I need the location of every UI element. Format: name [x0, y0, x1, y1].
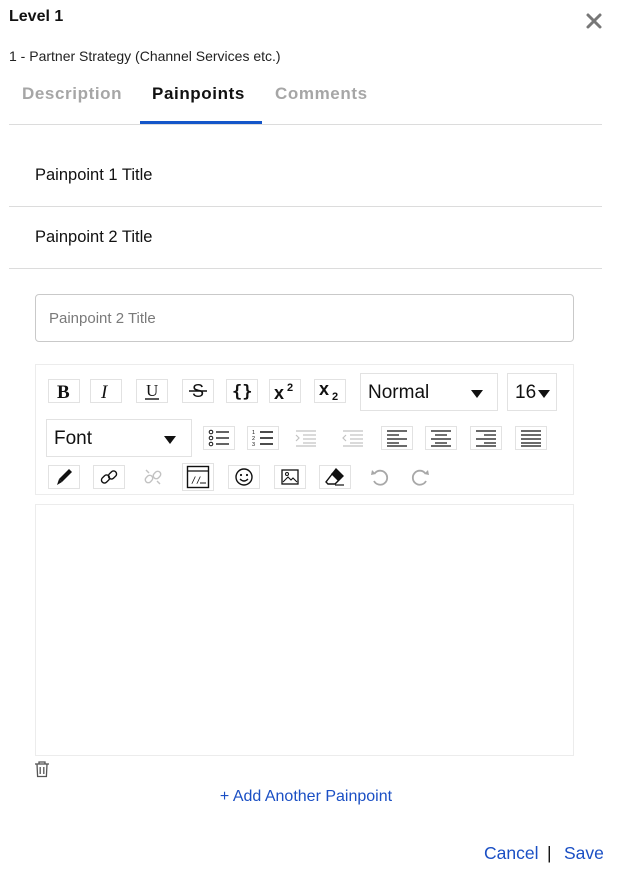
painpoint-title: Painpoint 2 Title: [35, 228, 153, 246]
superscript-icon: x2: [274, 382, 293, 401]
strikethrough-button[interactable]: S: [182, 379, 214, 403]
link-icon: [100, 470, 118, 484]
close-icon: [586, 13, 602, 29]
bold-button[interactable]: B: [48, 379, 80, 403]
dialog-title: Level 1: [9, 8, 64, 25]
bold-icon: B: [57, 382, 70, 401]
underline-button[interactable]: U: [136, 379, 168, 403]
svg-text:B: B: [57, 382, 70, 401]
close-button[interactable]: [584, 10, 604, 32]
image-icon: [281, 469, 299, 485]
numbered-list-icon: 123: [252, 430, 273, 447]
font-size-select[interactable]: 16: [507, 373, 557, 411]
indent-button[interactable]: [290, 426, 322, 450]
align-right-icon: [476, 430, 496, 447]
underline-icon: U: [145, 381, 159, 400]
svg-text:/: /: [196, 476, 201, 486]
insert-image-button[interactable]: [274, 465, 306, 489]
superscript-button[interactable]: x2: [269, 379, 301, 403]
cancel-button[interactable]: Cancel: [484, 843, 538, 864]
align-center-button[interactable]: [425, 426, 457, 450]
outdent-icon: [342, 430, 363, 447]
align-center-icon: [431, 430, 451, 447]
outdent-button[interactable]: [337, 426, 369, 450]
strikethrough-icon: S: [189, 381, 207, 401]
insert-link-button[interactable]: [93, 465, 125, 489]
svg-text:{}: {}: [232, 382, 252, 401]
redo-icon: [411, 469, 429, 486]
redo-button[interactable]: [405, 465, 437, 489]
align-right-button[interactable]: [470, 426, 502, 450]
painpoint-title-input[interactable]: [35, 294, 574, 342]
add-another-painpoint-link[interactable]: + Add Another Painpoint: [0, 788, 612, 806]
justify-icon: [521, 430, 541, 447]
indent-icon: [295, 430, 316, 447]
emoji-icon: [235, 468, 253, 486]
paragraph-style-value: Normal: [368, 382, 430, 403]
painpoint-row-1[interactable]: Painpoint 1 Title: [9, 144, 602, 207]
justify-button[interactable]: [515, 426, 547, 450]
tab-bar: Description Painpoints Comments: [9, 76, 602, 125]
text-color-button[interactable]: [48, 465, 80, 489]
painpoint-title: Painpoint 1 Title: [35, 166, 153, 184]
italic-button[interactable]: I: [90, 379, 122, 403]
tab-comments[interactable]: Comments: [275, 84, 368, 104]
active-tab-indicator: [140, 121, 262, 124]
italic-icon: I: [100, 382, 109, 401]
font-family-value: Font: [54, 428, 93, 449]
undo-button[interactable]: [363, 465, 395, 489]
paragraph-style-select[interactable]: Normal: [360, 373, 498, 411]
svg-text:2: 2: [332, 391, 338, 402]
text-color-icon: [57, 469, 72, 485]
code-block-button[interactable]: {}: [226, 379, 258, 403]
tab-painpoints[interactable]: Painpoints: [152, 84, 245, 104]
bulleted-list-button[interactable]: [203, 426, 235, 450]
embed-code-icon: / /: [186, 465, 210, 489]
subscript-button[interactable]: x2: [314, 379, 346, 403]
undo-icon: [371, 469, 389, 486]
svg-text:3: 3: [252, 442, 255, 447]
numbered-list-button[interactable]: 123: [247, 426, 279, 450]
delete-painpoint-button[interactable]: [34, 760, 50, 778]
clear-format-button[interactable]: [319, 465, 351, 489]
unlink-button[interactable]: [137, 465, 169, 489]
code-block-icon: {}: [232, 382, 252, 401]
svg-text:x: x: [274, 383, 284, 401]
save-button[interactable]: Save: [564, 843, 604, 864]
rich-text-editor[interactable]: [35, 504, 574, 756]
embed-code-button[interactable]: / /: [182, 463, 214, 491]
clear-format-icon: [325, 467, 344, 486]
emoji-button[interactable]: [228, 465, 260, 489]
editor-toolbar: B I U S {} x2 x2 Normal 16 Font 123 / /: [35, 364, 574, 495]
align-left-icon: [387, 430, 407, 447]
svg-text:2: 2: [287, 382, 293, 394]
svg-text:I: I: [100, 382, 109, 401]
unlink-icon: [144, 469, 162, 485]
footer-separator: |: [547, 843, 552, 863]
painpoint-row-2[interactable]: Painpoint 2 Title: [9, 206, 602, 269]
tab-description[interactable]: Description: [22, 84, 122, 104]
font-family-select[interactable]: Font: [46, 419, 192, 457]
font-size-value: 16: [515, 382, 537, 403]
chevron-down-icon: [471, 390, 483, 398]
chevron-down-icon: [538, 390, 550, 398]
svg-text:x: x: [319, 380, 329, 399]
align-left-button[interactable]: [381, 426, 413, 450]
chevron-down-icon: [164, 436, 176, 444]
svg-text:U: U: [146, 381, 158, 400]
trash-icon: [35, 761, 49, 778]
subscript-icon: x2: [319, 380, 338, 402]
dialog-subtitle: 1 - Partner Strategy (Channel Services e…: [9, 48, 281, 64]
bulleted-list-icon: [208, 429, 229, 447]
